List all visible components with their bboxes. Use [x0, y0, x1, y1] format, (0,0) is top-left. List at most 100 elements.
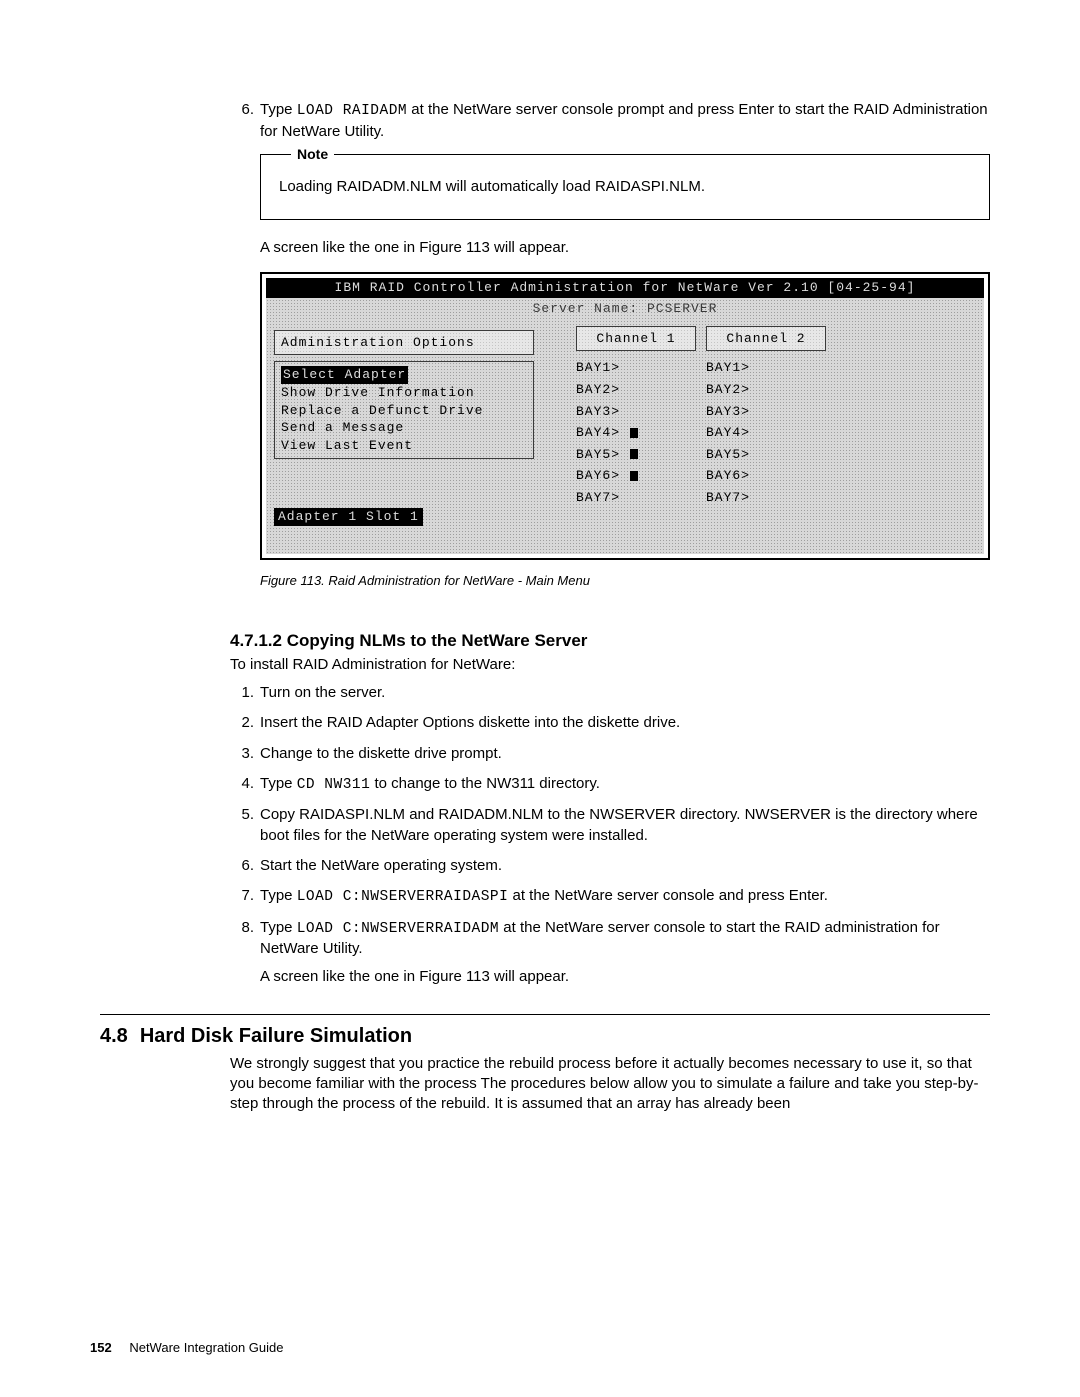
- text: to change to the NW311 directory.: [370, 775, 600, 792]
- menu-item-send-message[interactable]: Send a Message: [281, 419, 527, 437]
- menu-item-select-adapter[interactable]: Select Adapter: [281, 366, 408, 384]
- list-number: 2.: [230, 713, 260, 733]
- adapter-status: Adapter 1 Slot 1: [274, 508, 423, 526]
- list-item: 4. Type CD NW311 to change to the NW311 …: [230, 774, 990, 796]
- text: Type: [260, 919, 297, 936]
- command-text: LOAD C:NWSERVERRAIDADM: [297, 921, 499, 937]
- bay-label: BAY6>: [706, 467, 754, 485]
- section-title: Hard Disk Failure Simulation: [140, 1023, 412, 1050]
- bay-row: BAY6>: [576, 465, 696, 487]
- bay-row: BAY5>: [576, 444, 696, 466]
- list-text: Type LOAD C:NWSERVERRAIDASPI at the NetW…: [260, 886, 990, 908]
- bay-row: BAY2>: [576, 379, 696, 401]
- terminal-subtitle: Server Name: PCSERVER: [266, 298, 984, 324]
- section-number: 4.8: [100, 1023, 128, 1050]
- channel-2-title: Channel 2: [706, 326, 826, 352]
- subsection-heading: 4.7.1.2 Copying NLMs to the NetWare Serv…: [230, 630, 990, 653]
- list-item: 5. Copy RAIDASPI.NLM and RAIDADM.NLM to …: [230, 805, 990, 846]
- list-number: 6.: [230, 100, 260, 142]
- bay-indicator-icon: [630, 428, 638, 438]
- list-text: Copy RAIDASPI.NLM and RAIDADM.NLM to the…: [260, 805, 990, 846]
- bay-row: BAY4>: [576, 422, 696, 444]
- list-item: 1. Turn on the server.: [230, 683, 990, 703]
- note-label: Note: [291, 145, 334, 164]
- figure-caption: Figure 113. Raid Administration for NetW…: [260, 572, 990, 590]
- menu-item-replace-defunct[interactable]: Replace a Defunct Drive: [281, 402, 527, 420]
- admin-options-list: Select Adapter Show Drive Information Re…: [274, 361, 534, 459]
- figure-border: IBM RAID Controller Administration for N…: [260, 272, 990, 560]
- command-text: LOAD RAIDADM: [297, 103, 407, 119]
- list-text: Change to the diskette drive prompt.: [260, 744, 990, 764]
- bay-label: BAY4>: [706, 424, 754, 442]
- bay-row: BAY5>: [706, 444, 826, 466]
- ordered-list-sub: 1. Turn on the server. 2. Insert the RAI…: [230, 683, 990, 988]
- page: 6. Type LOAD RAIDADM at the NetWare serv…: [0, 0, 1080, 1397]
- bay-label: BAY3>: [706, 403, 754, 421]
- text: at the NetWare server console and press …: [508, 887, 828, 904]
- section-rule: [100, 1014, 990, 1015]
- section-body: We strongly suggest that you practice th…: [230, 1054, 990, 1115]
- list-item: 3. Change to the diskette drive prompt.: [230, 744, 990, 764]
- list-number: 8.: [230, 918, 260, 988]
- figure: IBM RAID Controller Administration for N…: [260, 272, 990, 560]
- list-item: 2. Insert the RAID Adapter Options diske…: [230, 713, 990, 733]
- text: Type: [260, 775, 297, 792]
- terminal-body: Administration Options Select Adapter Sh…: [266, 324, 984, 534]
- admin-options-panel: Administration Options Select Adapter Sh…: [274, 330, 534, 459]
- book-title: NetWare Integration Guide: [129, 1340, 283, 1355]
- list-text: Start the NetWare operating system.: [260, 856, 990, 876]
- list-number: 4.: [230, 774, 260, 796]
- text: Type: [260, 887, 297, 904]
- bay-row: BAY1>: [706, 357, 826, 379]
- note-body: Loading RAIDADM.NLM will automatically l…: [279, 177, 971, 197]
- ordered-list-main: 6. Type LOAD RAIDADM at the NetWare serv…: [230, 100, 990, 142]
- list-number: 7.: [230, 886, 260, 908]
- list-item: 6. Start the NetWare operating system.: [230, 856, 990, 876]
- channel-2-panel: Channel 2 BAY1> BAY2> BAY3> BAY4> BAY5> …: [706, 326, 826, 508]
- list-number: 5.: [230, 805, 260, 846]
- bay-indicator-icon: [630, 449, 638, 459]
- bay-label: BAY5>: [576, 446, 624, 464]
- list-number: 6.: [230, 856, 260, 876]
- bay-row: BAY3>: [576, 401, 696, 423]
- bay-row: BAY7>: [576, 487, 696, 509]
- paragraph: To install RAID Administration for NetWa…: [230, 655, 990, 675]
- bay-label: BAY4>: [576, 424, 624, 442]
- command-text: CD NW311: [297, 777, 371, 793]
- terminal-title: IBM RAID Controller Administration for N…: [266, 278, 984, 298]
- bay-label: BAY3>: [576, 403, 624, 421]
- paragraph: A screen like the one in Figure 113 will…: [260, 238, 990, 258]
- text: Type: [260, 101, 297, 118]
- bay-row: BAY7>: [706, 487, 826, 509]
- bay-row: BAY1>: [576, 357, 696, 379]
- page-number: 152: [90, 1340, 112, 1355]
- channel-1-title: Channel 1: [576, 326, 696, 352]
- bay-label: BAY1>: [706, 359, 754, 377]
- bay-label: BAY5>: [706, 446, 754, 464]
- menu-item-show-drive-info[interactable]: Show Drive Information: [281, 384, 527, 402]
- bay-label: BAY7>: [576, 489, 624, 507]
- list-number: 1.: [230, 683, 260, 703]
- list-number: 3.: [230, 744, 260, 764]
- bay-label: BAY7>: [706, 489, 754, 507]
- terminal-screen: IBM RAID Controller Administration for N…: [266, 278, 984, 554]
- bay-row: BAY2>: [706, 379, 826, 401]
- admin-options-title: Administration Options: [274, 330, 534, 356]
- page-footer: 152 NetWare Integration Guide: [90, 1339, 283, 1357]
- bay-indicator-icon: [630, 471, 638, 481]
- bay-label: BAY1>: [576, 359, 624, 377]
- list-item: 8. Type LOAD C:NWSERVERRAIDADM at the Ne…: [230, 918, 990, 988]
- channel-1-panel: Channel 1 BAY1> BAY2> BAY3> BAY4> BAY5> …: [576, 326, 696, 508]
- paragraph: A screen like the one in Figure 113 will…: [260, 967, 990, 987]
- menu-item-view-last-event[interactable]: View Last Event: [281, 437, 527, 455]
- bay-row: BAY3>: [706, 401, 826, 423]
- list-text: Turn on the server.: [260, 683, 990, 703]
- list-text: Type LOAD C:NWSERVERRAIDADM at the NetWa…: [260, 918, 990, 988]
- list-item-6: 6. Type LOAD RAIDADM at the NetWare serv…: [230, 100, 990, 142]
- list-text: Insert the RAID Adapter Options diskette…: [260, 713, 990, 733]
- section-heading-row: 4.8 Hard Disk Failure Simulation: [100, 1023, 990, 1050]
- note-box: Note Loading RAIDADM.NLM will automatica…: [260, 154, 990, 220]
- bay-label: BAY2>: [576, 381, 624, 399]
- list-text: Type CD NW311 to change to the NW311 dir…: [260, 774, 990, 796]
- bay-row: BAY6>: [706, 465, 826, 487]
